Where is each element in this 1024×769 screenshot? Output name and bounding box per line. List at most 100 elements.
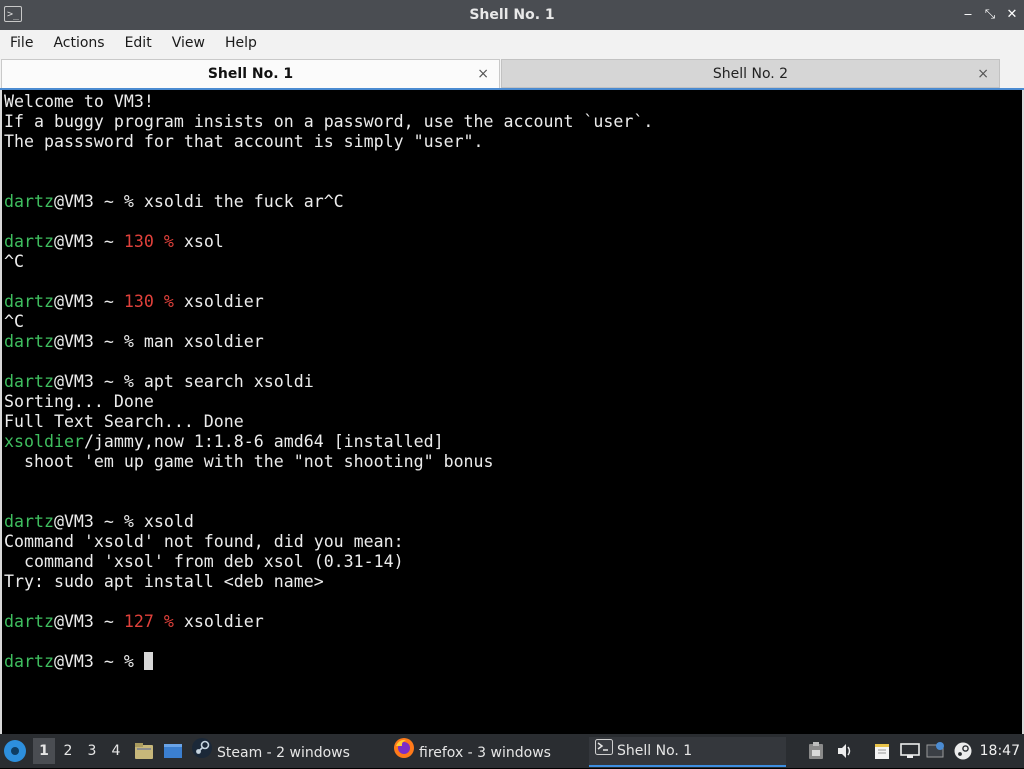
terminal-text: @VM3 ~ % xsoldi the fuck ar^C	[53, 192, 344, 211]
tab-shell-2[interactable]: Shell No. 2 ×	[501, 59, 1000, 88]
menu-help[interactable]: Help	[215, 30, 267, 56]
network-icon[interactable]	[900, 742, 920, 764]
terminal-line: shoot 'em up game with the "not shooting…	[4, 452, 653, 472]
exit-code: 127 %	[123, 612, 174, 631]
terminal-text: @VM3 ~	[53, 292, 124, 311]
workspace-2[interactable]: 2	[57, 738, 79, 764]
terminal-line: dartz@VM3 ~ 130 % xsoldier	[4, 292, 653, 312]
close-window-button[interactable]: ✕	[1002, 5, 1022, 25]
close-tab-icon[interactable]: ×	[977, 60, 989, 89]
terminal-line: Full Text Search... Done	[4, 412, 653, 432]
terminal-text: ^C	[4, 312, 24, 331]
menu-actions[interactable]: Actions	[43, 30, 114, 56]
clipboard-icon[interactable]	[808, 742, 824, 764]
terminal-line: dartz@VM3 ~ % xsoldi the fuck ar^C	[4, 192, 653, 212]
tab-bar: Shell No. 1 × Shell No. 2 ×	[0, 56, 1024, 90]
app-menu-icon[interactable]	[4, 740, 26, 762]
terminal-line: dartz@VM3 ~ 127 % xsoldier	[4, 612, 653, 632]
firefox-icon	[393, 737, 415, 769]
terminal-text: Welcome to VM3!	[4, 92, 154, 111]
terminal-output[interactable]: Welcome to VM3! If a buggy program insist…	[0, 90, 1024, 734]
maximize-button[interactable]: ⤡	[980, 5, 1000, 25]
window-titlebar[interactable]: >_ Shell No. 1 ‒ ⤡ ✕	[0, 0, 1024, 30]
terminal-line: dartz@VM3 ~ % xsold	[4, 512, 653, 532]
update-notifier-icon[interactable]	[926, 742, 946, 764]
terminal-text: command 'xsol' from deb xsol (0.31-14)	[4, 552, 404, 571]
prompt-user: dartz	[4, 232, 54, 251]
terminal-text: Try: sudo apt install <deb name>	[4, 572, 324, 591]
terminal-line: ^C	[4, 312, 653, 332]
terminal-line: dartz@VM3 ~ 130 % xsol	[4, 232, 653, 252]
volume-icon[interactable]	[836, 742, 854, 764]
task-firefox[interactable]: firefox - 3 windows	[393, 737, 551, 765]
terminal-text: xsoldier	[173, 612, 264, 631]
taskbar: 1 2 3 4 Steam - 2 windows firefox - 3 wi…	[0, 734, 1024, 768]
terminal-line: Try: sudo apt install <deb name>	[4, 572, 653, 592]
terminal-line: The passsword for that account is simply…	[4, 132, 653, 152]
task-label: firefox - 3 windows	[419, 745, 551, 761]
menu-view[interactable]: View	[162, 30, 215, 56]
window-list-icon[interactable]	[163, 742, 183, 764]
terminal-line: ^C	[4, 252, 653, 272]
terminal-text: @VM3 ~ % man xsoldier	[53, 332, 264, 351]
notes-icon[interactable]	[873, 742, 891, 764]
tab-label: Shell No. 2	[712, 66, 789, 82]
menu-file[interactable]: File	[0, 30, 43, 56]
window-title: Shell No. 1	[469, 7, 555, 23]
terminal-line: dartz@VM3 ~ % apt search xsoldi	[4, 372, 653, 392]
workspace-1[interactable]: 1	[33, 738, 55, 764]
clock[interactable]: 18:47	[980, 734, 1020, 768]
terminal-text: @VM3 ~ % xsold	[53, 512, 194, 531]
menu-bar: File Actions Edit View Help	[0, 30, 1024, 56]
terminal-line: Welcome to VM3!	[4, 92, 653, 112]
prompt-user: dartz	[4, 652, 54, 671]
steam-tray-icon[interactable]	[954, 742, 972, 764]
tab-shell-1[interactable]: Shell No. 1 ×	[1, 59, 500, 88]
terminal-text: Full Text Search... Done	[4, 412, 244, 431]
menu-edit[interactable]: Edit	[115, 30, 162, 56]
prompt-user: dartz	[4, 332, 54, 351]
steam-icon	[191, 737, 213, 769]
close-tab-icon[interactable]: ×	[477, 60, 489, 89]
text-cursor	[143, 652, 153, 670]
terminal-line: Command 'xsold' not found, did you mean:	[4, 532, 653, 552]
terminal-line: dartz@VM3 ~ %	[4, 652, 653, 672]
terminal-icon	[595, 737, 613, 765]
exit-code: 130 %	[123, 232, 174, 251]
task-label: Steam - 2 windows	[217, 745, 350, 761]
terminal-text: shoot 'em up game with the "not shooting…	[4, 452, 494, 471]
terminal-text: Command 'xsold' not found, did you mean:	[4, 532, 404, 551]
terminal-text: ^C	[4, 252, 24, 271]
terminal-text: @VM3 ~ % apt search xsoldi	[53, 372, 314, 391]
show-desktop-icon[interactable]	[134, 742, 154, 764]
terminal-text: @VM3 ~	[53, 612, 124, 631]
minimize-button[interactable]: ‒	[958, 5, 978, 25]
task-label: Shell No. 1	[617, 743, 693, 759]
workspace-4[interactable]: 4	[105, 738, 127, 764]
prompt-user: dartz	[4, 192, 54, 211]
prompt-user: dartz	[4, 372, 54, 391]
terminal-line: dartz@VM3 ~ % man xsoldier	[4, 332, 653, 352]
prompt-user: dartz	[4, 292, 54, 311]
tab-label: Shell No. 1	[207, 66, 294, 82]
exit-code: 130 %	[123, 292, 174, 311]
terminal-line: command 'xsol' from deb xsol (0.31-14)	[4, 552, 653, 572]
terminal-text: Sorting... Done	[4, 392, 154, 411]
terminal-text: /jammy,now 1:1.8-6 amd64 [installed]	[83, 432, 444, 451]
prompt-user: dartz	[4, 512, 54, 531]
task-shell[interactable]: Shell No. 1	[589, 737, 786, 767]
prompt-user: dartz	[4, 612, 54, 631]
workspace-3[interactable]: 3	[81, 738, 103, 764]
terminal-text: xsol	[173, 232, 224, 251]
terminal-line: If a buggy program insists on a password…	[4, 112, 653, 132]
terminal-lines: Welcome to VM3! If a buggy program insist…	[4, 92, 653, 672]
task-steam[interactable]: Steam - 2 windows	[191, 737, 350, 765]
